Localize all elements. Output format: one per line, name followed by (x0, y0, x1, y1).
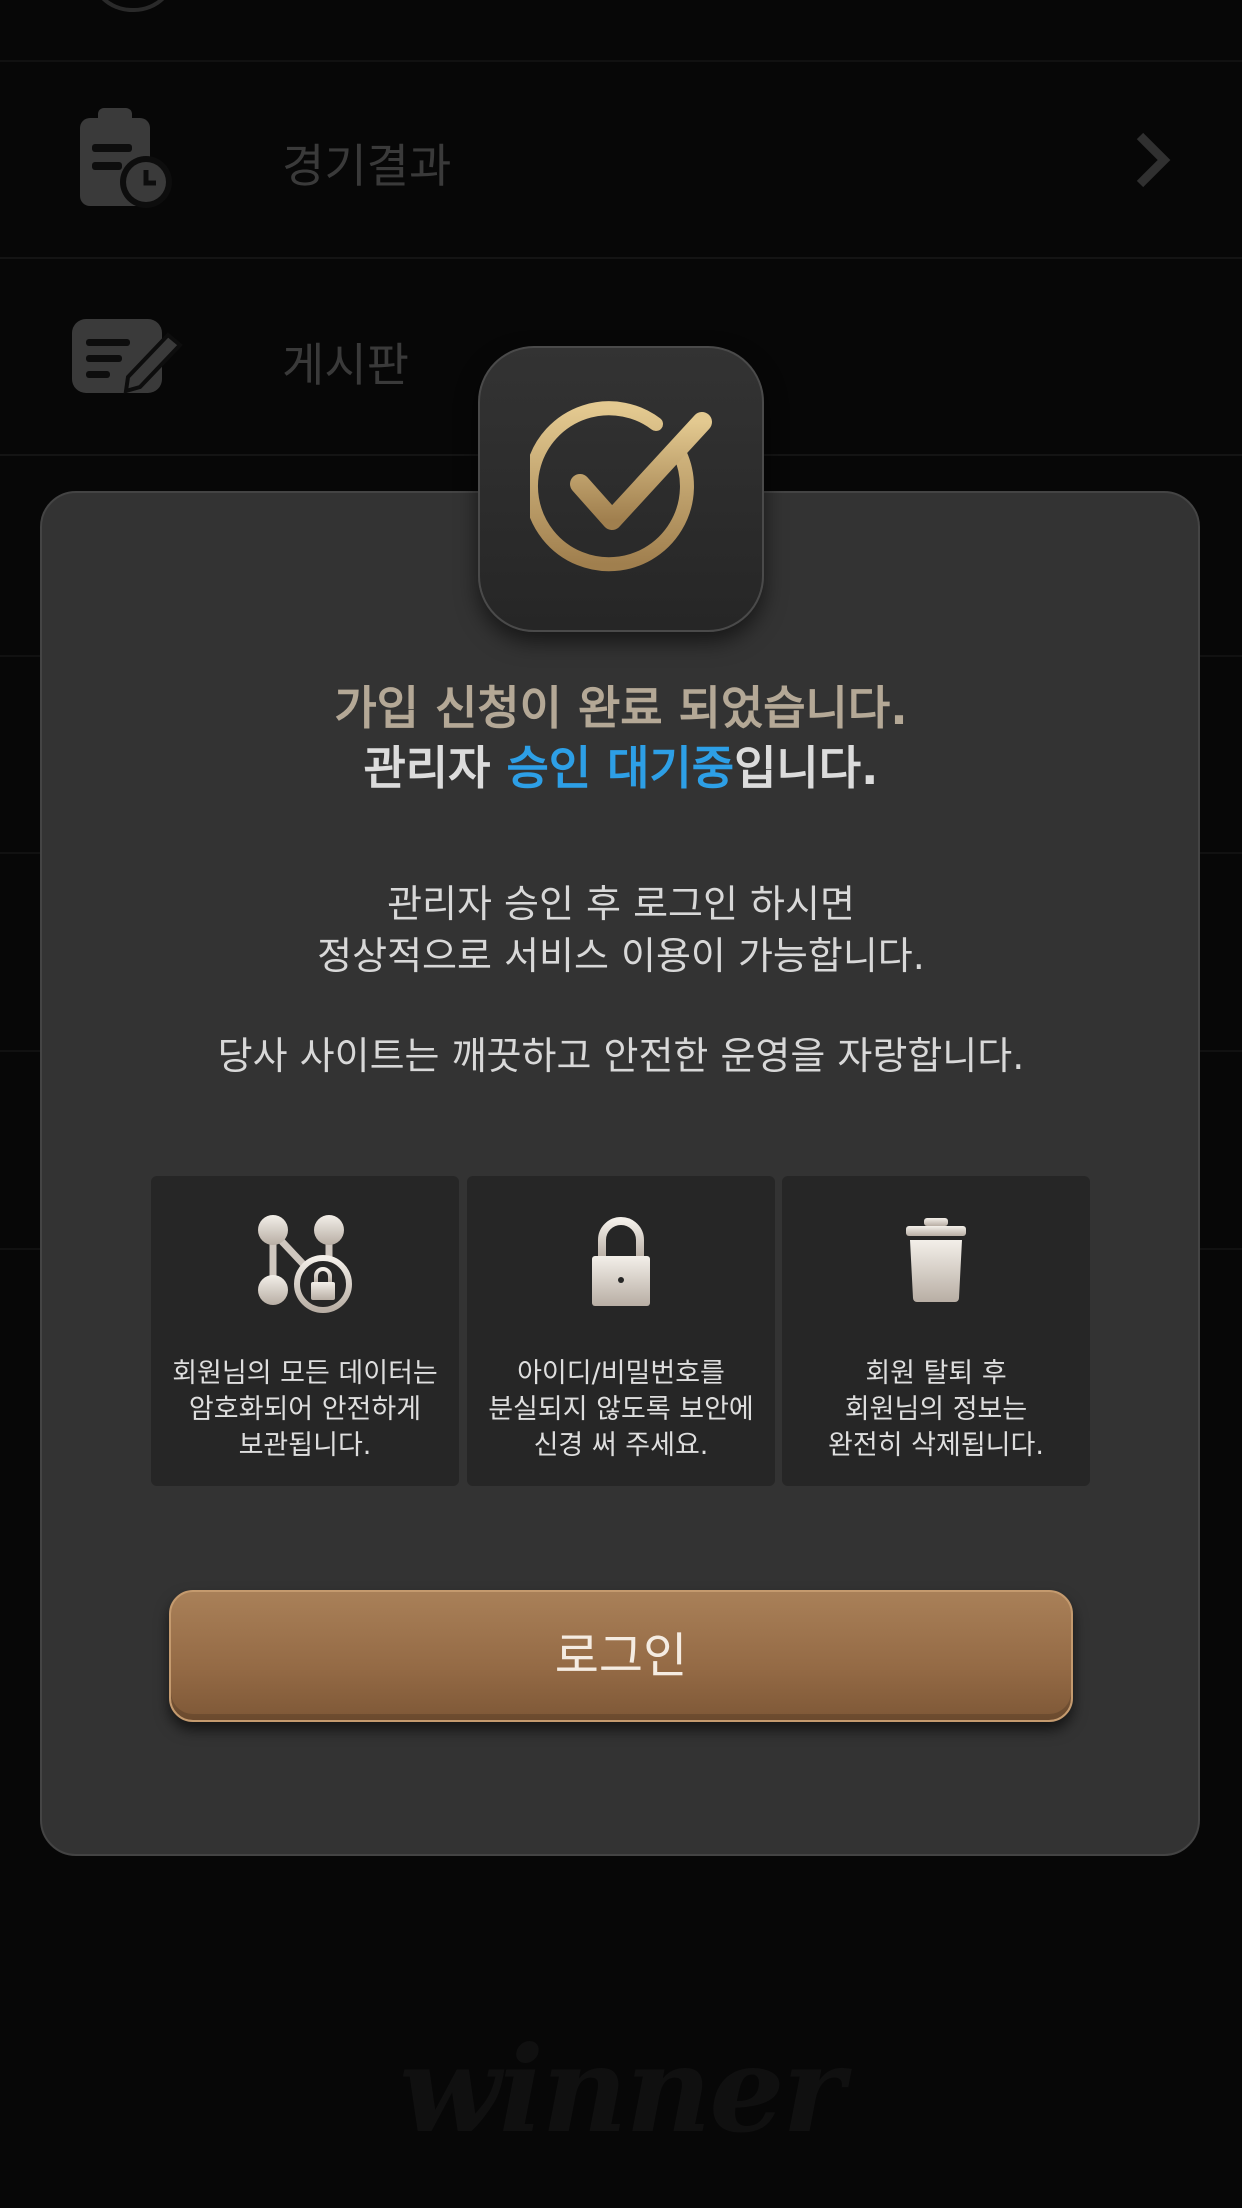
feature-text: 회원님의 모든 데이터는 암호화되어 안전하게 보관됩니다. (151, 1356, 459, 1464)
feature-card-encryption: 회원님의 모든 데이터는 암호화되어 안전하게 보관됩니다. (151, 1176, 459, 1486)
feature-text-line: 완전히 삭제됩니다. (828, 1430, 1044, 1461)
menu-item-label: 경기결과 (282, 139, 452, 193)
feature-text: 아이디/비밀번호를 분실되지 않도록 보안에 신경 써 주세요. (467, 1356, 775, 1464)
feature-text-line: 분실되지 않도록 보안에 (488, 1394, 754, 1425)
feature-text-line: 회원님의 정보는 (844, 1394, 1028, 1425)
brand-watermark: winner (399, 2020, 844, 2159)
feature-text-line: 회원님의 모든 데이터는 (172, 1358, 438, 1389)
subtitle-prefix: 관리자 (363, 741, 507, 795)
chevron-right-icon (1132, 132, 1172, 192)
edit-board-icon (70, 315, 184, 403)
message-line-3: 당사 사이트는 깨끗하고 안전한 운영을 자랑합니다. (217, 1034, 1025, 1078)
feature-text-line: 회원 탈퇴 후 (865, 1358, 1007, 1389)
menu-item-label: 게시판 (282, 338, 409, 392)
subtitle-suffix: 입니다. (734, 741, 879, 795)
feature-text: 회원 탈퇴 후 회원님의 정보는 완전히 삭제됩니다. (782, 1356, 1090, 1464)
approval-pending-text: 승인 대기중 (506, 741, 735, 795)
check-circle-icon (530, 401, 712, 572)
lock-icon (467, 1214, 775, 1314)
feature-text-line: 아이디/비밀번호를 (517, 1358, 725, 1389)
clipboard-clock-icon (70, 104, 180, 218)
trash-icon (782, 1214, 1090, 1308)
message-line-2: 정상적으로 서비스 이용이 가능합니다. (317, 934, 925, 978)
feature-card-deletion: 회원 탈퇴 후 회원님의 정보는 완전히 삭제됩니다. (782, 1176, 1090, 1486)
menu-item-match-results[interactable]: 경기결과 (0, 62, 1242, 259)
feature-card-security: 아이디/비밀번호를 분실되지 않도록 보안에 신경 써 주세요. (467, 1176, 775, 1486)
feature-text-line: 암호화되어 안전하게 (188, 1394, 422, 1425)
login-button[interactable]: 로그인 (169, 1590, 1073, 1722)
success-badge (478, 346, 764, 632)
modal-title: 가입 신청이 완료 되었습니다. (334, 681, 908, 735)
modal-subtitle: 관리자 승인 대기중입니다. (0, 738, 1242, 798)
partial-circle-icon (88, 0, 178, 12)
encrypted-network-icon (151, 1214, 459, 1318)
feature-text-line: 보관됩니다. (238, 1430, 372, 1461)
feature-text-line: 신경 써 주세요. (533, 1430, 709, 1461)
message-line-1: 관리자 승인 후 로그인 하시면 (387, 882, 855, 926)
